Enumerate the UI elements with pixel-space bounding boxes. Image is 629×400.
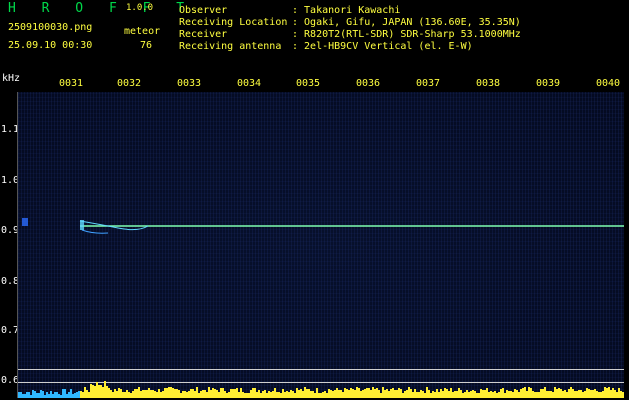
- observer-value: : Takanori Kawachi: [292, 5, 401, 16]
- spectrogram-overlay: [22, 218, 624, 234]
- x-tick-label: 0037: [416, 78, 441, 89]
- app-logo: H R O F F T: [8, 1, 194, 16]
- meteor-echo: [81, 229, 109, 234]
- x-tick-label: 0031: [59, 78, 84, 89]
- y-axis-unit: kHz: [2, 73, 21, 84]
- x-tick-label: 0039: [536, 78, 561, 89]
- antenna-value: : 2el-HB9CV Vertical (el. E-W): [292, 41, 473, 52]
- receiver-label: Receiver: [179, 29, 228, 40]
- location-label: Receiving Location: [179, 17, 288, 28]
- location-value: : Ogaki, Gifu, JAPAN (136.60E, 35.35N): [292, 17, 521, 28]
- meteor-echo: [22, 218, 28, 226]
- spectrogram-plot: [18, 92, 624, 398]
- header-panel: H R O F F T 1.0.0 2509100030.png 25.09.1…: [0, 0, 629, 74]
- level-bar: [622, 391, 624, 398]
- x-tick-label: 0040: [596, 78, 621, 89]
- x-tick-label: 0038: [476, 78, 501, 89]
- x-tick-label: 0036: [356, 78, 381, 89]
- count-label: meteor: [124, 26, 161, 37]
- signal-level-bars: [18, 381, 624, 398]
- receiver-value: : R820T2(RTL-SDR) SDR-Sharp 53.1000MHz: [292, 29, 521, 40]
- meteor-echo: [80, 220, 84, 230]
- x-tick-label: 0035: [296, 78, 321, 89]
- antenna-label: Receiving antenna: [179, 41, 282, 52]
- date-time: 25.09.10 00:30: [8, 40, 93, 51]
- app-version: 1.0.0: [126, 3, 154, 13]
- x-tick-label: 0032: [117, 78, 142, 89]
- observer-label: Observer: [179, 5, 228, 16]
- count-value: 76: [140, 40, 153, 51]
- x-tick-label: 0033: [177, 78, 202, 89]
- file-name: 2509100030.png: [8, 22, 93, 33]
- x-tick-label: 0034: [237, 78, 262, 89]
